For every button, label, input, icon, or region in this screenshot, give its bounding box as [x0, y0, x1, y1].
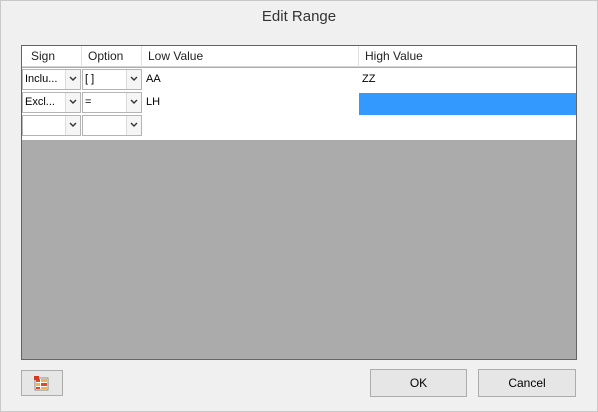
low-value-cell[interactable]: [143, 114, 359, 137]
range-grid[interactable]: Sign Option Low Value High Value Inclu..…: [21, 45, 577, 360]
ok-button[interactable]: OK: [370, 369, 467, 397]
grid-header: Sign Option Low Value High Value: [22, 46, 576, 67]
sign-value: Excl...: [25, 96, 55, 108]
chevron-down-icon[interactable]: [65, 93, 80, 112]
grid-rows: Inclu... [ ] AA ZZ Excl... = LH: [22, 68, 576, 140]
high-value-cell[interactable]: [359, 114, 576, 137]
option-select[interactable]: [82, 115, 142, 136]
sign-select[interactable]: [22, 115, 81, 136]
column-header-high-value[interactable]: High Value: [359, 46, 576, 67]
low-value-cell[interactable]: AA: [143, 68, 359, 91]
edit-range-dialog: Edit Range Sign Option Low Value High Va…: [0, 0, 598, 412]
dialog-title: Edit Range: [261, 8, 337, 25]
column-header-sign[interactable]: Sign: [22, 46, 82, 67]
option-value: [ ]: [85, 73, 95, 85]
column-header-low-value[interactable]: Low Value: [142, 46, 359, 67]
cancel-button[interactable]: Cancel: [478, 369, 576, 397]
table-row[interactable]: [22, 114, 576, 137]
table-row[interactable]: Inclu... [ ] AA ZZ: [22, 68, 576, 91]
high-value-cell[interactable]: ZZ: [359, 68, 576, 91]
option-select[interactable]: [ ]: [82, 69, 142, 90]
low-value-cell[interactable]: LH: [143, 91, 359, 114]
option-value: =: [85, 96, 92, 108]
chevron-down-icon[interactable]: [126, 70, 141, 89]
option-select[interactable]: =: [82, 92, 142, 113]
table-row[interactable]: Excl... = LH: [22, 91, 576, 115]
high-value-cell-selected[interactable]: [359, 93, 576, 115]
sign-select[interactable]: Inclu...: [22, 69, 81, 90]
sign-value: Inclu...: [25, 73, 58, 85]
multi-select-button[interactable]: [21, 370, 63, 396]
sign-select[interactable]: Excl...: [22, 92, 81, 113]
chevron-down-icon[interactable]: [65, 70, 80, 89]
chevron-down-icon[interactable]: [65, 116, 80, 135]
chevron-down-icon[interactable]: [126, 116, 141, 135]
column-header-option[interactable]: Option: [82, 46, 142, 67]
chevron-down-icon[interactable]: [126, 93, 141, 112]
